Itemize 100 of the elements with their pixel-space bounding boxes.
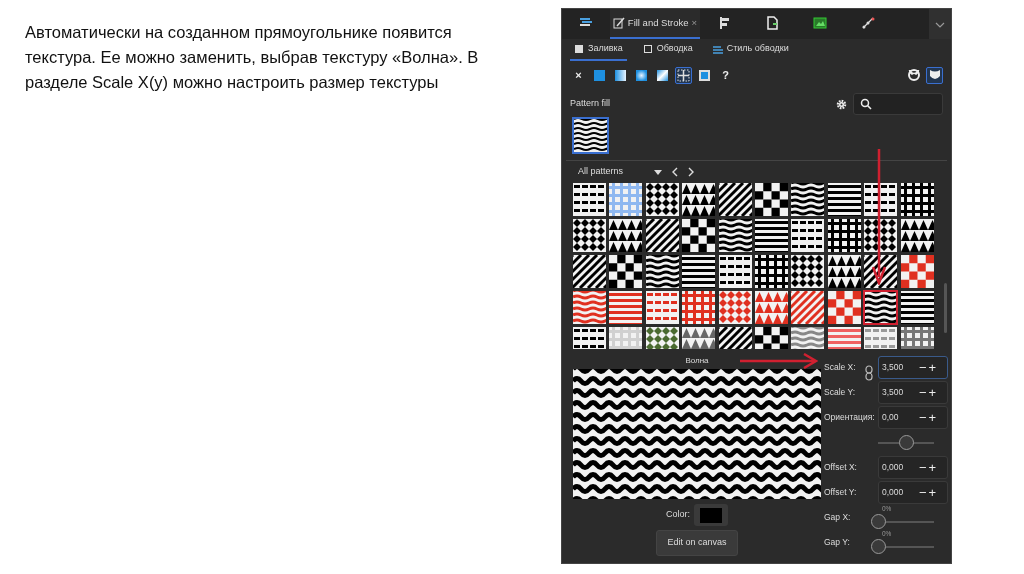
field-label: Offset Y:: [824, 487, 857, 498]
color-label: Color:: [666, 508, 690, 522]
pattern-tile[interactable]: [718, 183, 752, 216]
chevron-right-icon[interactable]: [688, 167, 694, 177]
plus-button[interactable]: +: [927, 486, 938, 499]
minus-button[interactable]: −: [918, 411, 928, 424]
pattern-tile[interactable]: [754, 219, 788, 252]
number-field[interactable]: 0,000 −+: [878, 481, 948, 504]
pattern-tile[interactable]: [754, 291, 788, 324]
pattern-tile[interactable]: [718, 219, 752, 252]
pattern-tile[interactable]: [791, 219, 825, 252]
field-label: Scale X:: [824, 362, 856, 373]
number-field[interactable]: 0,00 −+: [878, 406, 948, 429]
minus-button[interactable]: −: [918, 361, 928, 374]
pattern-tile[interactable]: [791, 291, 825, 324]
pattern-tile[interactable]: [864, 219, 898, 252]
flat-color-icon: [592, 67, 607, 83]
pattern-tile[interactable]: [609, 183, 643, 216]
edit-on-canvas-button[interactable]: Edit on canvas: [656, 530, 738, 556]
minus-button[interactable]: −: [918, 461, 928, 474]
pattern-tile[interactable]: [791, 183, 825, 216]
linear-gradient-icon: [613, 67, 628, 83]
search-field[interactable]: [853, 93, 943, 115]
pattern-tile[interactable]: [864, 183, 898, 216]
pattern-tile[interactable]: [754, 255, 788, 288]
pattern-tile[interactable]: [682, 291, 716, 324]
fill-rule-button[interactable]: [926, 66, 943, 84]
gear-icon[interactable]: [836, 98, 847, 110]
fill-rule-button[interactable]: [905, 66, 922, 84]
chain-link-icon[interactable]: [865, 365, 873, 381]
pattern-tile[interactable]: [827, 183, 861, 216]
section-title: Pattern fill: [570, 97, 612, 111]
plus-button[interactable]: +: [927, 411, 938, 424]
pattern-tile[interactable]: [682, 255, 716, 288]
pattern-tile[interactable]: [645, 291, 679, 324]
search-icon: [860, 98, 872, 110]
ring-icon: [906, 68, 921, 82]
pattern-tile[interactable]: [900, 219, 934, 252]
pattern-tile[interactable]: [609, 255, 643, 288]
pattern-tile[interactable]: [682, 183, 716, 216]
fill-type-button[interactable]: ?: [717, 66, 734, 84]
pattern-tile[interactable]: [864, 291, 898, 324]
align-icon: [717, 16, 731, 30]
caret-down-icon[interactable]: [654, 169, 662, 175]
field-label: Offset X:: [824, 462, 857, 473]
plus-button[interactable]: +: [927, 386, 938, 399]
sub-tab[interactable]: Заливка: [570, 39, 627, 61]
sub-tab[interactable]: Обводка: [638, 39, 697, 61]
pen-icon: [612, 17, 625, 29]
pattern-tile[interactable]: [900, 255, 934, 288]
minus-button[interactable]: −: [918, 386, 928, 399]
sub-tab[interactable]: Стиль обводки: [708, 39, 793, 61]
plus-button[interactable]: +: [927, 361, 938, 374]
pattern-tile[interactable]: [718, 255, 752, 288]
collection-dropdown[interactable]: All patterns: [578, 165, 644, 179]
plus-button[interactable]: +: [927, 461, 938, 474]
swatch-icon: [697, 67, 712, 83]
pattern-tile[interactable]: [645, 255, 679, 288]
color-swatch[interactable]: [694, 504, 728, 526]
pattern-tile[interactable]: [573, 291, 606, 324]
number-field[interactable]: 3,500 −+: [878, 381, 948, 404]
pattern-tile[interactable]: [573, 183, 606, 216]
fill-type-button[interactable]: ×: [570, 66, 587, 84]
pattern-tile[interactable]: [682, 219, 716, 252]
number-field[interactable]: 3,500 −+: [878, 356, 948, 379]
scrollbar[interactable]: [943, 283, 947, 333]
fill-type-button[interactable]: [675, 66, 692, 84]
pattern-tile[interactable]: [827, 255, 861, 288]
slider-thumb[interactable]: [899, 434, 914, 450]
radial-gradient-icon: [634, 67, 649, 83]
chevron-left-icon[interactable]: [672, 167, 678, 177]
close-icon[interactable]: ×: [691, 15, 698, 31]
slider-thumb[interactable]: [871, 513, 886, 529]
pattern-tile[interactable]: [573, 219, 606, 252]
pattern-tile[interactable]: [827, 219, 861, 252]
pattern-tile[interactable]: [827, 291, 861, 324]
pattern-tile[interactable]: [718, 291, 752, 324]
shield-icon: [927, 68, 942, 82]
slider-thumb[interactable]: [871, 538, 886, 554]
pattern-tile[interactable]: [573, 255, 606, 288]
pattern-tile[interactable]: [609, 291, 643, 324]
field-label: Gap X:: [824, 512, 851, 523]
pattern-icon: [676, 67, 691, 83]
field-label: Ориентация:: [824, 412, 875, 423]
mesh-gradient-icon: [655, 67, 670, 83]
pattern-tile[interactable]: [791, 255, 825, 288]
dock-tab[interactable]: Fill and Stroke ×: [610, 9, 700, 39]
empty-square-icon: [642, 44, 653, 54]
pattern-tile[interactable]: [645, 183, 679, 216]
pattern-tile[interactable]: [900, 183, 934, 216]
pattern-tile[interactable]: [900, 291, 934, 324]
filled-square-icon: [574, 44, 584, 54]
pattern-tile[interactable]: [609, 219, 643, 252]
pattern-tile[interactable]: [645, 219, 679, 252]
stroke-style-icon: [712, 44, 723, 54]
number-field[interactable]: 0,000 −+: [878, 456, 948, 479]
image-icon: [813, 16, 827, 30]
minus-button[interactable]: −: [918, 486, 928, 499]
field-label: Gap Y:: [824, 537, 850, 548]
pattern-tile[interactable]: [754, 183, 788, 216]
